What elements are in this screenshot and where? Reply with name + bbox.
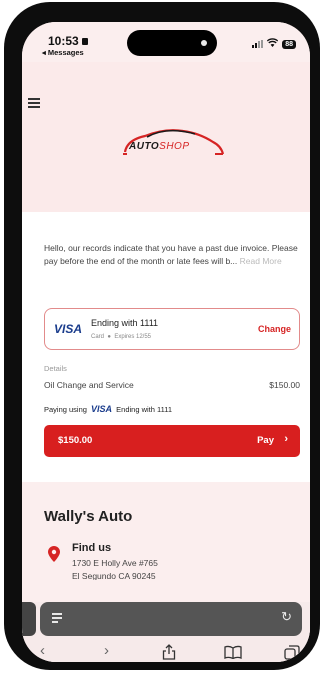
- pay-label: Pay: [257, 435, 274, 446]
- signal-icon: [252, 40, 264, 48]
- dynamic-island: [127, 30, 217, 56]
- hamburger-menu-icon[interactable]: [28, 98, 40, 110]
- pay-button[interactable]: $150.00 Pay ›: [44, 425, 300, 457]
- share-icon[interactable]: [162, 644, 176, 662]
- invoice-section: Hello, our records indicate that you hav…: [22, 212, 310, 482]
- browser-toolbar: ↻ ‹ ›: [22, 602, 310, 662]
- camera-indicator-icon: [201, 40, 207, 46]
- previous-tab-handle[interactable]: [22, 602, 36, 636]
- site-header: AUTOSHOP: [22, 62, 310, 212]
- chevron-right-icon: ›: [284, 433, 288, 445]
- logo-wordmark: AUTOSHOP: [129, 141, 190, 152]
- read-more-link[interactable]: Read More: [240, 256, 282, 266]
- wifi-icon: [267, 38, 279, 50]
- autoshop-logo: AUTOSHOP: [117, 122, 227, 162]
- page-settings-icon[interactable]: [52, 613, 62, 624]
- details-label: Details: [44, 364, 67, 373]
- screen: 10:53 ◂ Messages 88 AUTOSHOP Hello, our …: [22, 22, 310, 662]
- find-us-heading: Find us: [72, 542, 112, 554]
- status-icons: 88: [252, 38, 296, 50]
- tabs-icon[interactable]: [284, 645, 300, 662]
- pay-amount: $150.00: [58, 435, 93, 446]
- address-line-2: El Segundo CA 90245: [72, 571, 156, 580]
- back-icon[interactable]: ‹: [40, 642, 45, 660]
- forward-icon[interactable]: ›: [104, 642, 109, 660]
- change-card-button[interactable]: Change: [258, 324, 291, 334]
- back-to-messages-link[interactable]: ◂ Messages: [42, 48, 84, 57]
- status-time: 10:53: [48, 34, 88, 48]
- card-meta: Card ● Expires 12/55: [91, 334, 152, 340]
- battery-icon: 88: [282, 39, 296, 49]
- browser-nav-row: ‹ ›: [22, 642, 310, 662]
- focus-icon: [81, 38, 88, 45]
- reload-icon[interactable]: ↻: [281, 609, 292, 625]
- service-price: $150.00: [269, 380, 300, 390]
- service-name: Oil Change and Service: [44, 380, 134, 390]
- card-ending: Ending with 1111: [91, 318, 159, 328]
- visa-logo: VISA: [54, 322, 83, 336]
- visa-inline-logo: VISA: [91, 404, 113, 414]
- invoice-message: Hello, our records indicate that you hav…: [44, 243, 298, 266]
- paying-using-text: Paying using VISA Ending with 1111: [44, 404, 173, 414]
- status-bar: 10:53 ◂ Messages 88: [22, 22, 310, 62]
- business-name: Wally's Auto: [44, 508, 133, 525]
- payment-card[interactable]: VISA Ending with 1111 Card ● Expires 12/…: [44, 308, 300, 350]
- address-line-1: 1730 E Holly Ave #765: [72, 558, 158, 568]
- bookmarks-icon[interactable]: [224, 645, 242, 662]
- address-bar[interactable]: ↻: [40, 602, 302, 636]
- location-pin-icon: [48, 546, 60, 562]
- phone-frame: 10:53 ◂ Messages 88 AUTOSHOP Hello, our …: [4, 2, 320, 670]
